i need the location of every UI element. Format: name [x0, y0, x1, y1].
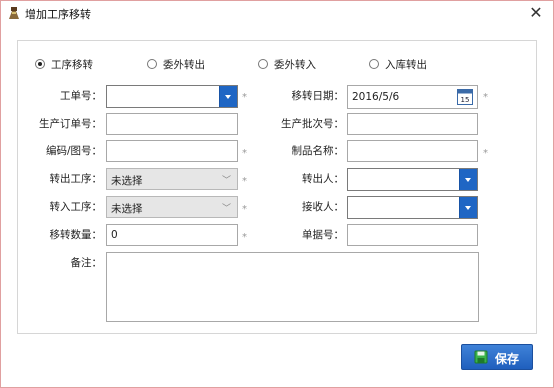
transfer-date-field[interactable]: 2016/5/6 15: [347, 85, 478, 109]
work-order-combo[interactable]: [106, 85, 238, 108]
document-no-input[interactable]: [348, 225, 477, 245]
radio-dot: [258, 59, 268, 69]
chevron-down-icon[interactable]: [459, 197, 477, 218]
radio-process-transfer[interactable]: 工序移转: [35, 57, 93, 71]
save-button-label: 保存: [495, 352, 520, 366]
calendar-day: 15: [461, 96, 470, 104]
product-name-input[interactable]: [348, 141, 477, 161]
chevron-down-icon[interactable]: [219, 86, 237, 107]
code-drawing-input[interactable]: [107, 141, 237, 161]
radio-label: 入库转出: [385, 58, 427, 71]
quantity-label: 移转数量：: [49, 229, 103, 241]
work-order-label: 工单号：: [60, 90, 102, 102]
code-drawing-field[interactable]: [106, 140, 238, 162]
in-process-value: 未选择: [111, 203, 143, 215]
chevron-down-icon[interactable]: [459, 169, 477, 190]
out-process-value: 未选择: [111, 175, 143, 187]
in-process-label: 转入工序：: [49, 201, 103, 213]
production-order-input[interactable]: [107, 114, 237, 134]
transfer-date-value: 2016/5/6: [352, 91, 400, 103]
production-order-field[interactable]: [106, 113, 238, 135]
out-person-combo[interactable]: [347, 168, 478, 191]
production-batch-field[interactable]: [347, 113, 478, 135]
radio-label: 工序移转: [51, 58, 93, 71]
chevron-down-icon: ﹀: [221, 204, 231, 214]
required-mark: *: [242, 176, 247, 187]
radio-dot: [147, 59, 157, 69]
production-batch-label: 生产批次号：: [281, 118, 344, 130]
radio-warehouse-out[interactable]: 入库转出: [369, 57, 427, 71]
required-mark: *: [242, 92, 247, 103]
radio-label: 委外转出: [163, 58, 205, 71]
required-mark: *: [242, 148, 247, 159]
close-icon[interactable]: ✕: [527, 4, 545, 22]
remarks-textarea[interactable]: [106, 252, 479, 322]
in-process-select[interactable]: 未选择 ﹀: [106, 196, 238, 218]
radio-outsource-in[interactable]: 委外转入: [258, 57, 316, 71]
code-drawing-label: 编码/图号：: [45, 145, 102, 157]
save-button[interactable]: 保存: [461, 344, 533, 370]
out-person-label: 转出人：: [302, 173, 344, 185]
radio-outsource-out[interactable]: 委外转出: [147, 57, 205, 71]
out-process-select[interactable]: 未选择 ﹀: [106, 168, 238, 190]
document-no-field[interactable]: [347, 224, 478, 246]
quantity-input[interactable]: [107, 225, 237, 245]
title-bar: 增加工序移转 ✕: [1, 1, 553, 25]
product-name-field[interactable]: [347, 140, 478, 162]
required-mark: *: [483, 148, 488, 159]
transfer-date-label: 移转日期：: [291, 90, 345, 102]
radio-dot: [369, 59, 379, 69]
radio-dot: [35, 59, 45, 69]
window-title: 增加工序移转: [25, 8, 91, 21]
receiver-combo[interactable]: [347, 196, 478, 219]
production-batch-input[interactable]: [348, 114, 477, 134]
receiver-label: 接收人：: [302, 201, 344, 213]
product-name-label: 制品名称：: [291, 145, 345, 157]
remarks-label: 备注：: [70, 257, 103, 269]
calendar-icon[interactable]: 15: [457, 88, 473, 105]
quantity-field[interactable]: [106, 224, 238, 246]
required-mark: *: [242, 204, 247, 215]
required-mark: *: [483, 92, 488, 103]
required-mark: *: [242, 232, 247, 243]
chevron-down-icon: ﹀: [221, 176, 231, 186]
document-no-label: 单据号：: [302, 229, 344, 241]
app-icon: [9, 7, 19, 19]
radio-label: 委外转入: [274, 58, 316, 71]
production-order-label: 生产订单号：: [39, 118, 102, 130]
out-process-label: 转出工序：: [49, 173, 103, 185]
save-icon: [474, 350, 488, 364]
